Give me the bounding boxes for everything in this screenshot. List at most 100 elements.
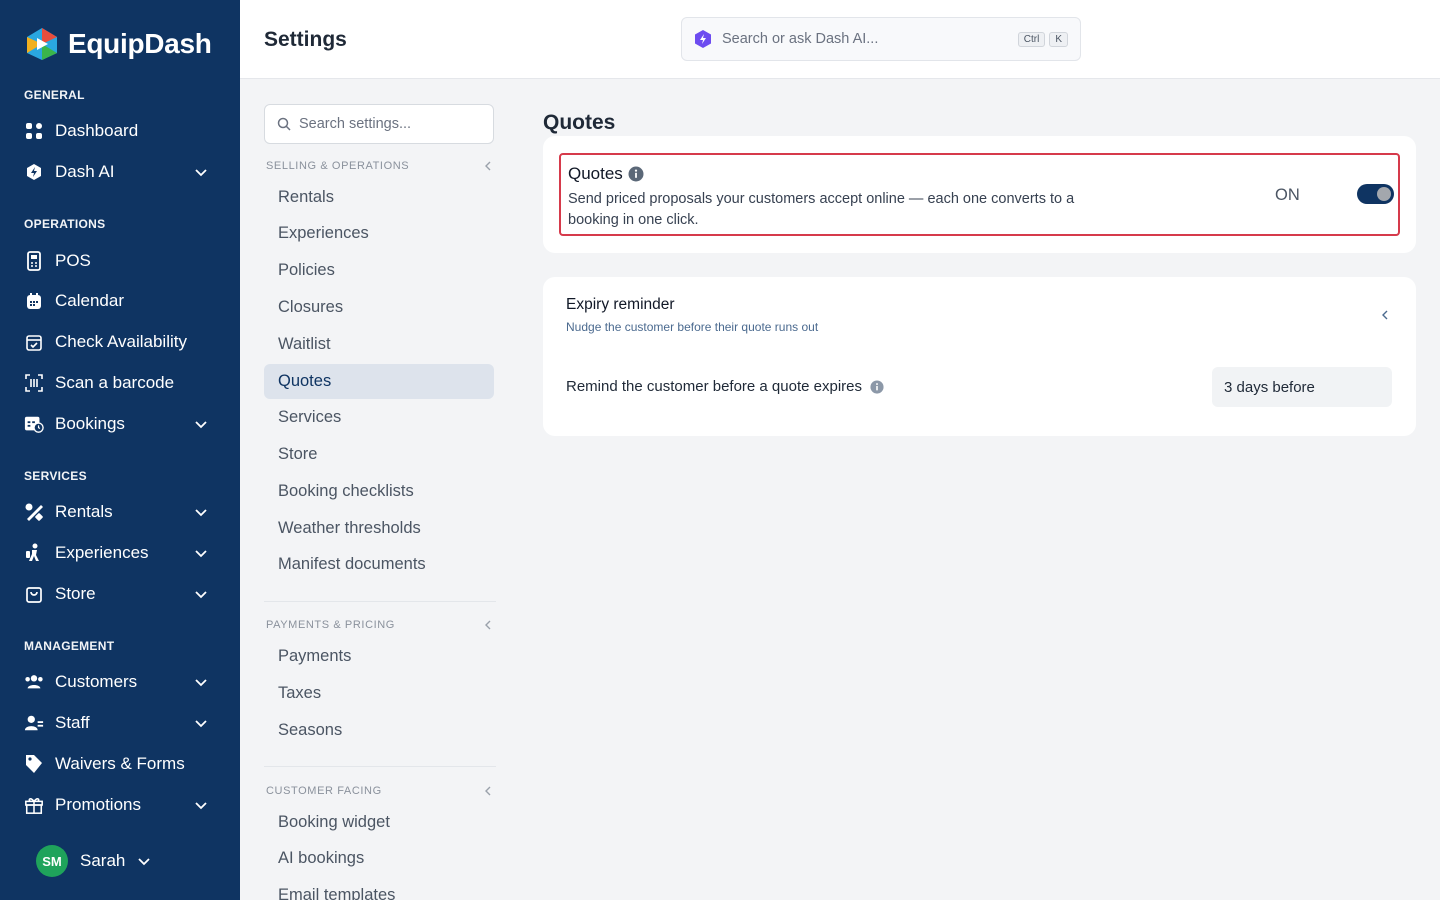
remind-label-text: Remind the customer before a quote expir… [566,378,862,395]
ai-hex-icon [695,30,711,48]
chevron-down-icon [195,550,207,558]
ai-hex-icon [24,162,44,182]
remind-days-select[interactable]: 3 days before [1212,367,1392,407]
chevron-down-icon [195,169,207,177]
sidebar-item-calendar[interactable]: Calendar [24,284,216,318]
settings-item-booking-checklists[interactable]: Booking checklists [264,474,494,509]
chevron-down-icon [138,858,151,866]
sidebar-item-promotions[interactable]: Promotions [24,788,216,822]
sidebar-item-label: Customers [55,672,138,691]
settings-item-manifest-documents[interactable]: Manifest documents [264,547,494,582]
sidebar-item-staff[interactable]: Staff [24,706,216,740]
settings-group-customer-facing[interactable]: CUSTOMER FACING [266,785,492,797]
sidebar-item-label: POS [55,251,91,270]
remind-label: Remind the customer before a quote expir… [566,378,884,395]
chevron-down-icon [195,509,207,517]
global-search-input[interactable]: Search or ask Dash AI... Ctrl K [681,17,1081,61]
sidebar-item-label: Staff [55,713,90,732]
sidebar-item-check-availability[interactable]: Check Availability [24,325,216,359]
sidebar-item-label: Dash AI [55,162,115,181]
rentals-tools-icon [24,502,44,522]
top-bar: Settings Search or ask Dash AI... Ctrl K [240,0,1440,79]
store-bag-icon [24,584,44,604]
settings-item-ai-bookings[interactable]: AI bookings [264,841,494,876]
sidebar-item-dash-ai[interactable]: Dash AI [24,155,216,189]
customers-icon [24,672,44,692]
feature-title-text: Quotes [568,164,623,183]
settings-item-store[interactable]: Store [264,437,494,472]
settings-search-placeholder: Search settings... [299,116,412,132]
equipdash-logo-icon [27,28,57,60]
sidebar-item-bookings[interactable]: Bookings [24,407,216,441]
settings-group-selling-operations[interactable]: SELLING & OPERATIONS [266,160,492,172]
section-label-management: MANAGEMENT [24,639,115,653]
sidebar-item-label: Dashboard [55,121,139,140]
settings-item-experiences[interactable]: Experiences [264,216,494,251]
sidebar-item-label: Rentals [55,502,113,521]
staff-icon [24,713,44,733]
settings-item-services[interactable]: Services [264,400,494,435]
sidebar-item-store[interactable]: Store [24,577,216,611]
sidebar-item-pos[interactable]: POS [24,244,216,278]
chevron-left-icon[interactable] [1379,308,1391,322]
settings-item-payments[interactable]: Payments [264,639,494,674]
barcode-scan-icon [24,373,44,393]
settings-item-rentals[interactable]: Rentals [264,180,494,215]
group-label: PAYMENTS & PRICING [266,619,395,631]
chevron-down-icon [195,679,207,687]
sidebar-item-label: Check Availability [55,332,187,351]
section-title: Quotes [543,111,616,134]
settings-item-quotes[interactable]: Quotes [264,364,494,399]
brand-name: EquipDash [68,28,212,59]
experiences-icon [24,543,44,563]
chevron-down-icon [195,421,207,429]
user-menu[interactable]: SM Sarah [36,845,151,877]
sidebar-item-label: Calendar [55,291,124,310]
search-icon [277,117,291,131]
sidebar-item-label: Scan a barcode [55,373,175,392]
info-icon[interactable] [628,166,644,182]
settings-item-waitlist[interactable]: Waitlist [264,327,494,362]
settings-group-payments-pricing[interactable]: PAYMENTS & PRICING [266,619,492,631]
pos-terminal-icon [24,251,44,271]
sidebar-item-rentals[interactable]: Rentals [24,495,216,529]
settings-item-taxes[interactable]: Taxes [264,676,494,711]
feature-title: Quotes [568,164,644,184]
quotes-feature-row: Quotes Send priced proposals your custom… [559,153,1400,236]
tag-icon [24,754,44,774]
settings-item-policies[interactable]: Policies [264,253,494,288]
sidebar-item-waivers-forms[interactable]: Waivers & Forms [24,747,216,781]
calendar-icon [24,291,44,311]
quotes-toggle[interactable] [1357,184,1394,204]
grid-icon [24,121,44,141]
sidebar-item-dashboard[interactable]: Dashboard [24,114,216,148]
sidebar-item-scan-barcode[interactable]: Scan a barcode [24,366,216,400]
section-label-services: SERVICES [24,469,87,483]
sidebar-item-customers[interactable]: Customers [24,665,216,699]
sidebar-item-experiences[interactable]: Experiences [24,536,216,570]
gift-icon [24,795,44,815]
settings-search-input[interactable]: Search settings... [264,104,494,144]
expiry-reminder-card: Expiry reminder Nudge the customer befor… [543,277,1416,436]
page-title: Settings [264,28,347,51]
settings-item-seasons[interactable]: Seasons [264,713,494,748]
avatar: SM [36,845,68,877]
feature-description: Send priced proposals your customers acc… [568,191,1075,228]
calendar-check-icon [24,332,44,352]
brand-logo[interactable]: EquipDash [24,26,212,62]
toggle-state-label: ON [1275,186,1300,204]
info-icon[interactable] [870,379,884,394]
group-label: SELLING & OPERATIONS [266,160,410,172]
settings-item-weather-thresholds[interactable]: Weather thresholds [264,511,494,546]
expiry-subtitle: Nudge the customer before their quote ru… [566,320,819,334]
chevron-down-icon [195,802,207,810]
group-label: CUSTOMER FACING [266,785,382,797]
settings-item-booking-widget[interactable]: Booking widget [264,805,494,840]
sidebar-item-label: Promotions [55,795,141,814]
settings-item-email-templates[interactable]: Email templates [264,878,494,900]
chevron-left-icon [485,161,491,171]
settings-item-closures[interactable]: Closures [264,290,494,325]
sidebar-item-label: Experiences [55,543,149,562]
chevron-down-icon [195,720,207,728]
group-divider [264,766,496,767]
